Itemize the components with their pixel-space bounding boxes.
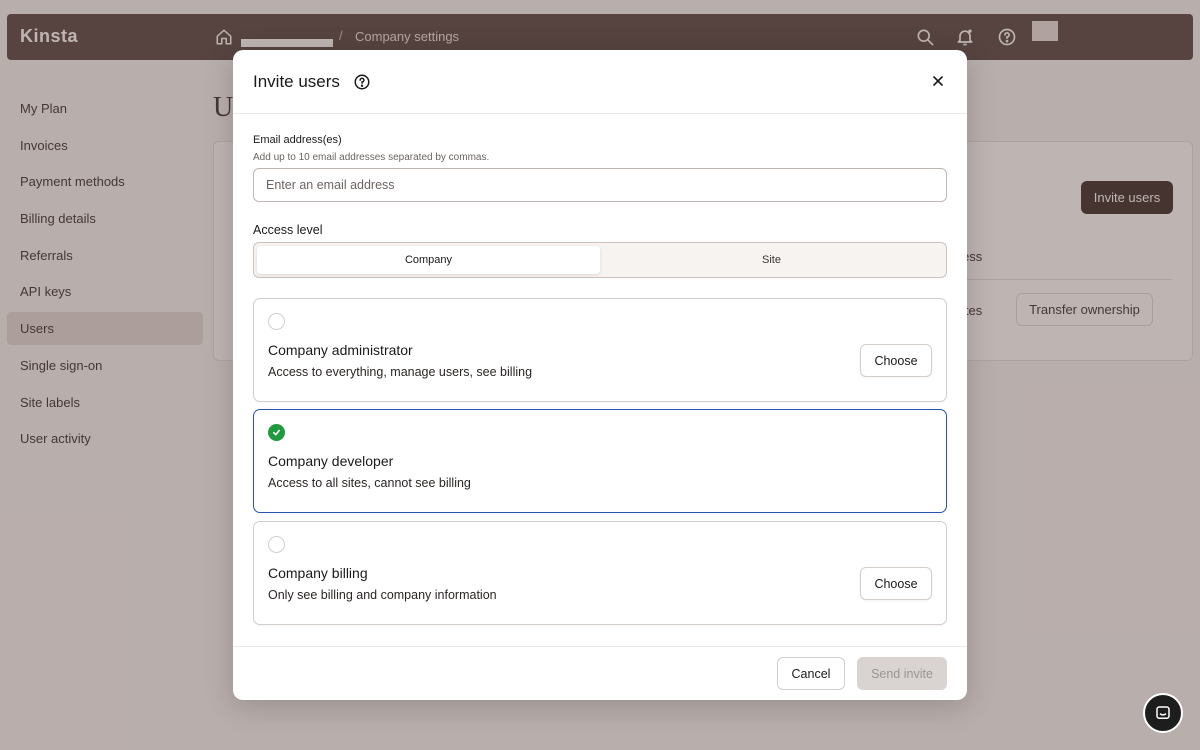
role-description: Access to everything, manage users, see … [268,365,533,379]
role-card-company-developer[interactable]: Company developer Access to all sites, c… [253,409,947,513]
role-card-company-billing[interactable]: Company billing Only see billing and com… [253,521,947,625]
chat-button[interactable] [1143,693,1183,733]
email-input[interactable] [253,168,947,202]
dialog-header: Invite users [233,50,967,114]
tab-company[interactable]: Company [257,246,600,274]
choose-button[interactable]: Choose [860,567,932,600]
access-level-label: Access level [253,223,323,237]
role-radio[interactable] [268,313,285,330]
dialog-title: Invite users [253,72,340,91]
role-radio[interactable] [268,536,285,553]
help-icon[interactable] [353,73,371,91]
role-name: Company administrator [268,342,413,358]
role-radio-selected[interactable] [268,424,285,441]
email-label: Email address(es) [253,134,342,146]
send-invite-button[interactable]: Send invite [857,657,947,690]
close-icon [933,76,943,86]
role-description: Only see billing and company information [268,588,497,602]
role-description: Access to all sites, cannot see billing [268,476,471,490]
role-name: Company developer [268,453,394,469]
check-icon [272,429,281,436]
email-hint: Add up to 10 email addresses separated b… [253,152,490,163]
role-name: Company billing [268,565,368,581]
close-button[interactable] [929,72,947,90]
dialog-footer: Cancel Send invite [233,646,967,700]
role-card-company-administrator[interactable]: Company administrator Access to everythi… [253,298,947,402]
cancel-button[interactable]: Cancel [777,657,845,690]
choose-button[interactable]: Choose [860,344,932,377]
chat-icon [1156,706,1170,719]
tab-site[interactable]: Site [600,246,943,274]
access-level-toggle: Company Site [253,242,947,278]
invite-users-dialog: Invite users Email address(es) Add up to… [233,50,967,700]
